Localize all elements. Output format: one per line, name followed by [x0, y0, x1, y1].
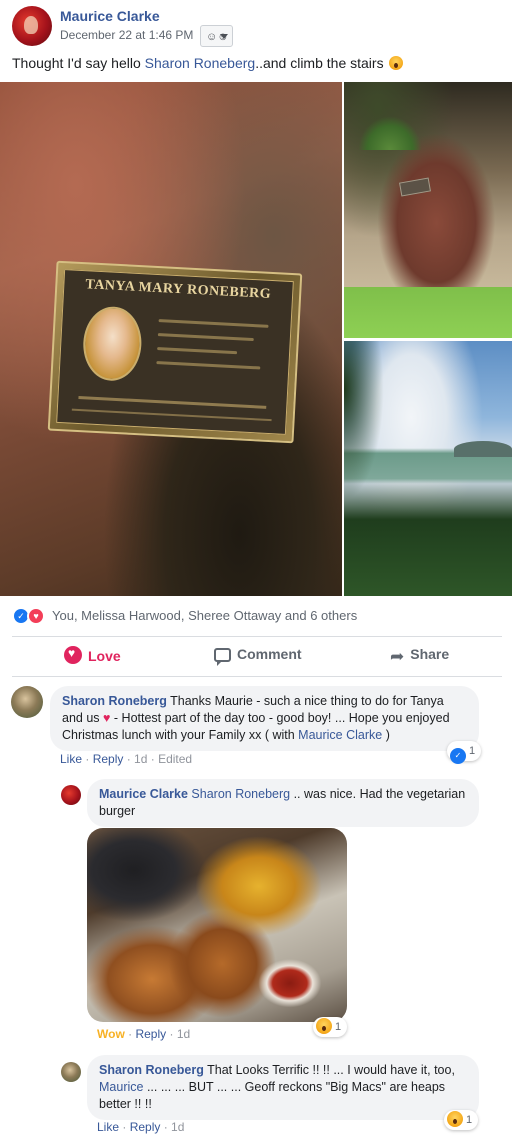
divider — [12, 636, 502, 637]
plaque-engraving — [157, 333, 254, 342]
reactions-summary[interactable]: ✓ ♥ You, Melissa Harwood, Sheree Ottaway… — [12, 605, 502, 627]
comment-actions: Wow · Reply · 1d — [97, 1027, 191, 1041]
reply-link[interactable]: Reply — [135, 1027, 166, 1041]
comment-text: ... ... ... BUT ... ... Geoff reckons "B… — [99, 1080, 446, 1111]
divider — [12, 676, 502, 677]
audience-selector[interactable]: ☺☺ — [200, 25, 233, 47]
commenter-name[interactable]: Sharon Roneberg — [99, 1063, 204, 1077]
commenter-name[interactable]: Maurice Clarke — [99, 787, 188, 801]
rock-plaque — [399, 177, 431, 197]
plaque-engraving — [71, 408, 272, 422]
comment-text: - Hottest part of the day too - good boy… — [62, 711, 450, 742]
commenter-avatar[interactable] — [61, 1062, 81, 1082]
photo-rock-garden[interactable] — [344, 82, 512, 338]
comment-age[interactable]: 1d — [134, 752, 147, 766]
wow-icon — [447, 1111, 463, 1127]
edited-label[interactable]: Edited — [158, 752, 192, 766]
comment-bubble: Sharon Roneberg Thanks Maurie - such a n… — [50, 686, 479, 751]
love-button[interactable]: Love — [64, 646, 121, 664]
comment-mention-link[interactable]: Maurice Clarke — [298, 728, 382, 742]
memorial-plaque: TANYA MARY RONEBERG — [47, 260, 303, 444]
post-timestamp[interactable]: December 22 at 1:46 PM — [60, 28, 193, 42]
plaque-portrait — [81, 305, 144, 383]
reaction-count: 1 — [335, 1021, 342, 1033]
wow-emoji-icon — [389, 56, 404, 70]
comment-actions: Like · Reply · 1d · Edited — [60, 752, 193, 766]
comment-label: Comment — [237, 646, 302, 662]
photo-coastline[interactable] — [344, 341, 512, 596]
reply-bubble: Sharon Roneberg That Looks Terrific !! !… — [87, 1055, 479, 1120]
reply-link[interactable]: Reply — [130, 1120, 161, 1134]
comment-text: ) — [382, 728, 390, 742]
reaction-count: 1 — [469, 745, 476, 757]
reply-bubble: Maurice Clarke Sharon Roneberg .. was ni… — [87, 779, 479, 827]
photo-plaque[interactable]: TANYA MARY RONEBERG — [0, 82, 342, 596]
comment-age[interactable]: 1d — [177, 1027, 190, 1041]
commenter-avatar[interactable] — [61, 785, 81, 805]
heart-icon — [64, 646, 82, 664]
post-text-start: Thought I'd say hello — [12, 55, 145, 71]
love-label: Love — [88, 648, 121, 664]
tree-silhouette — [344, 341, 384, 501]
chevron-down-icon — [220, 34, 228, 39]
comment-reaction-count[interactable]: 1 — [444, 1110, 479, 1130]
reply-link[interactable]: Reply — [93, 752, 124, 766]
comment-reaction-count[interactable]: ✓ 1 — [447, 741, 482, 764]
plaque-face: TANYA MARY RONEBERG — [56, 269, 294, 435]
plaque-engraving — [157, 347, 238, 355]
post-header: Maurice Clarke December 22 at 1:46 PM ☺☺ — [12, 6, 502, 47]
comment-mention-link[interactable]: Sharon Roneberg — [191, 787, 290, 801]
wow-icon — [316, 1018, 332, 1034]
reactors-list[interactable]: You, Melissa Harwood, Sheree Ottaway and… — [52, 608, 357, 623]
comment-button[interactable]: Comment — [214, 646, 302, 666]
share-icon: ➦ — [390, 647, 405, 666]
action-bar: Love Comment ➦ Share — [12, 640, 502, 674]
love-icon: ♥ — [27, 607, 45, 625]
distant-headland — [454, 441, 512, 457]
like-icon: ✓ — [450, 748, 466, 764]
comment-icon — [214, 648, 231, 666]
commenter-avatar[interactable] — [11, 686, 43, 718]
like-link[interactable]: Like — [97, 1120, 119, 1134]
post-text: Thought I'd say hello Sharon Roneberg..a… — [12, 55, 404, 71]
comment-mention-link[interactable]: Maurice — [99, 1080, 143, 1094]
reaction-count: 1 — [466, 1114, 473, 1126]
comment-actions: Like · Reply · 1d — [97, 1120, 185, 1134]
share-label: Share — [410, 646, 450, 662]
photo-burger[interactable] — [87, 828, 347, 1022]
post-mention-link[interactable]: Sharon Roneberg — [145, 55, 256, 71]
comment-age[interactable]: 1d — [171, 1120, 184, 1134]
like-link[interactable]: Like — [60, 752, 82, 766]
post-author-name[interactable]: Maurice Clarke — [60, 8, 160, 24]
plaque-engraving — [78, 396, 267, 409]
comment-reaction-count[interactable]: 1 — [313, 1017, 348, 1037]
author-avatar[interactable] — [12, 6, 52, 46]
plaque-engraving — [158, 319, 269, 328]
commenter-name[interactable]: Sharon Roneberg — [62, 694, 167, 708]
plaque-title: TANYA MARY RONEBERG — [85, 277, 272, 302]
comment-text: That Looks Terrific !! !! ... I would ha… — [203, 1063, 455, 1077]
agave-plant — [358, 116, 422, 150]
share-button[interactable]: ➦ Share — [390, 646, 449, 667]
plaque-engraving — [156, 361, 261, 370]
post-text-end: ..and climb the stairs — [255, 55, 384, 71]
wow-link[interactable]: Wow — [97, 1027, 125, 1041]
